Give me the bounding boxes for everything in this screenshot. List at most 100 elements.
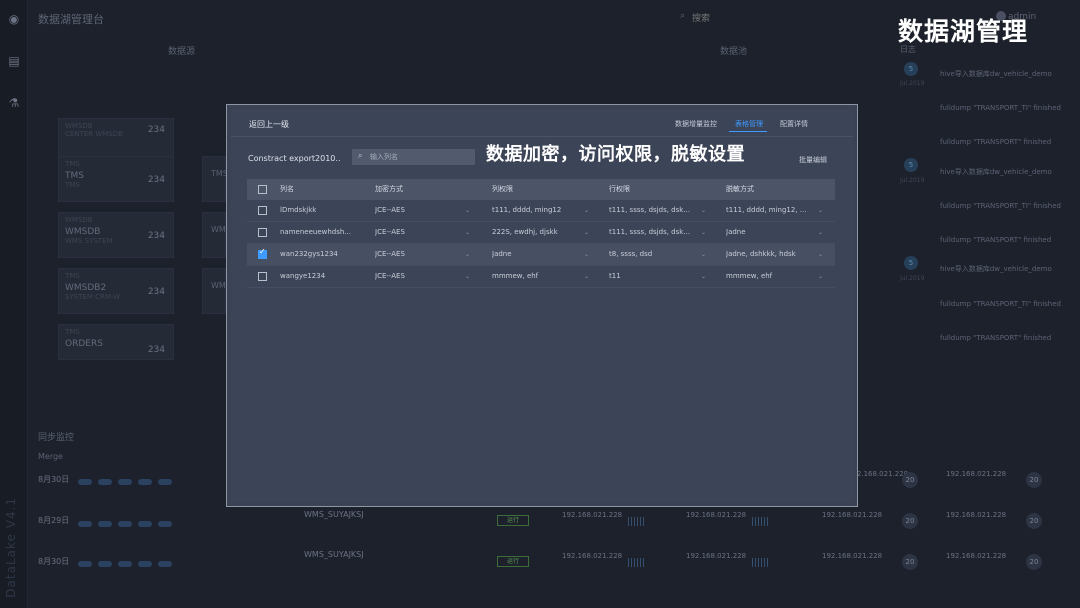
sync-monitor-title: 同步监控 (38, 433, 75, 443)
sync-bars (628, 517, 646, 526)
log-count-badge: 5 (904, 158, 918, 172)
sync-bars (628, 558, 646, 567)
chevron-down-icon[interactable]: ⌄ (818, 200, 823, 221)
log-item: fulldump "TRANSPORT" finished (940, 334, 1052, 342)
sync-ip: 192.168.021.228 (822, 552, 883, 560)
sync-date: 8月30日 (38, 475, 70, 484)
encryption-select[interactable]: JCE--AES (375, 266, 405, 287)
target-card[interactable]: TMS (202, 156, 228, 202)
table-icon[interactable]: ▤ (7, 54, 21, 68)
row-checkbox[interactable] (258, 206, 267, 215)
chevron-down-icon[interactable]: ⌄ (465, 244, 470, 265)
chevron-down-icon[interactable]: ⌄ (818, 266, 823, 287)
database-name: Constract export2010.. (248, 154, 341, 163)
cell-column-name: wangye1234 (280, 272, 326, 280)
header-column-permission: 列权限 (492, 185, 513, 193)
sync-count: 20 (1026, 472, 1042, 488)
table-row[interactable]: nameneeuewhdsh... JCE--AES ⌄ 222S, ewdhj… (247, 222, 835, 244)
column-permission-select[interactable]: 222S, ewdhj, djskk (492, 222, 592, 243)
log-item: fulldump "TRANSPORT_TI" finished (940, 300, 1061, 308)
target-card[interactable]: WMS (202, 212, 231, 258)
log-item: fulldump "TRANSPORT" finished (940, 138, 1052, 146)
select-all-checkbox[interactable] (258, 185, 267, 194)
chevron-down-icon[interactable]: ⌄ (584, 222, 589, 243)
chevron-down-icon[interactable]: ⌄ (818, 244, 823, 265)
source-card[interactable]: TMS TMS TMS 234 (58, 156, 174, 202)
table-row[interactable]: wan232gys1234 JCE--AES ⌄ Jadne ⌄ t8, sss… (247, 244, 835, 266)
feature-caption: 数据加密，访问权限，脱敏设置 (486, 144, 745, 165)
sync-group-label: Merge (38, 452, 63, 461)
target-card[interactable]: WMS (202, 268, 231, 314)
row-permission-select[interactable]: t111, ssss, dsjds, dsk... (609, 200, 705, 221)
section-data-source: 数据源 (168, 47, 196, 57)
sync-count: 20 (902, 554, 918, 570)
masking-select[interactable]: Jadne, dshkkk, hdsk (726, 244, 818, 265)
log-item: hive导入数据库dw_vehicle_demo (940, 70, 1052, 78)
sync-ip: 192.168.021.228 (946, 511, 1007, 519)
chevron-down-icon[interactable]: ⌄ (701, 244, 706, 265)
app-title: 数据湖管理台 (38, 13, 104, 26)
masking-select[interactable]: mmmew, ehf (726, 266, 818, 287)
chevron-down-icon[interactable]: ⌄ (465, 266, 470, 287)
back-link[interactable]: 返回上一级 (249, 119, 289, 130)
chevron-down-icon[interactable]: ⌄ (584, 266, 589, 287)
tab-table-management[interactable]: 表格管理 (735, 119, 763, 129)
encryption-select[interactable]: JCE--AES (375, 222, 405, 243)
sync-sparkline (78, 470, 188, 485)
sync-count: 20 (902, 472, 918, 488)
masking-select[interactable]: Jadne (726, 222, 818, 243)
cell-column-name: lDmdskjkk (280, 206, 317, 214)
header-encryption: 加密方式 (375, 185, 403, 193)
row-permission-select[interactable]: t11 (609, 266, 705, 287)
tab-config-details[interactable]: 配置详情 (780, 119, 808, 129)
table-row[interactable]: lDmdskjkk JCE--AES ⌄ t111, dddd, ming12 … (247, 200, 835, 222)
sync-ip: 192.168.021.228 (562, 552, 623, 560)
header-column-name: 列名 (280, 185, 294, 193)
chevron-down-icon[interactable]: ⌄ (701, 222, 706, 243)
masking-select[interactable]: t111, dddd, ming12, ... (726, 200, 818, 221)
log-count-badge: 5 (904, 62, 918, 76)
sync-wms-name: WMS_SUYAJKSJ (304, 550, 364, 559)
log-item: hive导入数据库dw_vehicle_demo (940, 265, 1052, 273)
source-card[interactable]: TMS ORDERS 234 (58, 324, 174, 360)
sync-ip: 192.168.021.228 (946, 470, 1007, 478)
source-card[interactable]: WMSDB WMSDB WMS SYSTEM 234 (58, 212, 174, 258)
search-icon: ⌕ (358, 151, 363, 160)
dashboard-icon[interactable]: ◉ (7, 12, 21, 26)
row-permission-select[interactable]: t8, ssss, dsd (609, 244, 705, 265)
sync-status-badge: 运行 (497, 515, 529, 526)
source-card[interactable]: TMS WMSDB2 SYSTEM CRM-W 234 (58, 268, 174, 314)
column-search-input[interactable] (352, 149, 475, 165)
encryption-select[interactable]: JCE--AES (375, 200, 405, 221)
header-row-permission: 行权限 (609, 185, 630, 193)
sync-sparkline (78, 512, 188, 527)
global-search-input[interactable] (676, 10, 786, 26)
sync-count: 20 (902, 513, 918, 529)
batch-edit-button[interactable]: 批量编辑 (799, 155, 827, 165)
chevron-down-icon[interactable]: ⌄ (701, 200, 706, 221)
chevron-down-icon[interactable]: ⌄ (465, 222, 470, 243)
column-permission-select[interactable]: t111, dddd, ming12 (492, 200, 592, 221)
chevron-down-icon[interactable]: ⌄ (701, 266, 706, 287)
column-permission-select[interactable]: mmmew, ehf (492, 266, 592, 287)
sync-ip: 192.168.021.228 (822, 511, 883, 519)
row-checkbox[interactable] (258, 228, 267, 237)
chevron-down-icon[interactable]: ⌄ (818, 222, 823, 243)
column-permission-select[interactable]: Jadne (492, 244, 592, 265)
sync-bars (752, 558, 770, 567)
chevron-down-icon[interactable]: ⌄ (584, 244, 589, 265)
sync-date: 8月29日 (38, 516, 70, 525)
tab-incremental-monitor[interactable]: 数据增量监控 (675, 119, 717, 129)
table-row[interactable]: wangye1234 JCE--AES ⌄ mmmew, ehf ⌄ t11 ⌄… (247, 266, 835, 288)
log-item: fulldump "TRANSPORT" finished (940, 236, 1052, 244)
row-checkbox[interactable] (258, 247, 267, 259)
column-table: 列名 加密方式 列权限 行权限 脱敏方式 lDmdskjkk JCE--AES … (247, 179, 835, 288)
chevron-down-icon[interactable]: ⌄ (584, 200, 589, 221)
header-divider (231, 136, 853, 137)
row-permission-select[interactable]: t111, ssss, dsjds, dsk... (609, 222, 705, 243)
encryption-select[interactable]: JCE--AES (375, 244, 405, 265)
chevron-down-icon[interactable]: ⌄ (465, 200, 470, 221)
sync-ip: 192.168.021.228 (562, 511, 623, 519)
lab-flask-icon[interactable]: ⚗ (7, 96, 21, 110)
row-checkbox[interactable] (258, 272, 267, 281)
